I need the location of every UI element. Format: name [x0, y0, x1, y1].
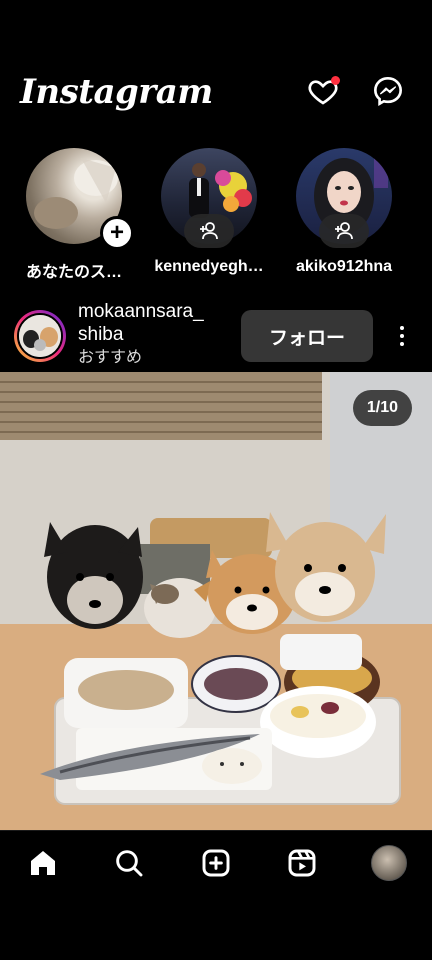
follow-user-icon[interactable]: [319, 214, 369, 248]
post-photo[interactable]: 1/10: [0, 372, 432, 830]
messenger-icon[interactable]: [371, 74, 405, 108]
photo-counter: 1/10: [352, 390, 412, 426]
instagram-logo[interactable]: Instagram: [20, 72, 213, 112]
stories-tray: + あなたのス… kennedyegh… akiko912hna: [0, 146, 432, 296]
heart-icon[interactable]: [306, 74, 340, 108]
follow-user-icon[interactable]: [184, 214, 234, 248]
post-username-block[interactable]: mokaannsara_ shiba おすすめ: [78, 300, 228, 369]
post-username[interactable]: mokaannsara_ shiba: [78, 300, 228, 346]
search-icon[interactable]: [111, 845, 147, 881]
more-options-icon[interactable]: [392, 320, 412, 352]
story-akiko912hna[interactable]: akiko912hna: [280, 146, 408, 276]
story-label: akiko912hna: [295, 258, 393, 275]
follow-button[interactable]: フォロー: [241, 310, 373, 362]
suggested-label: おすすめ: [78, 349, 143, 366]
notification-dot: [331, 76, 340, 85]
post-avatar[interactable]: [14, 310, 66, 362]
post-header: mokaannsara_ shiba おすすめ フォロー: [0, 298, 432, 370]
story-kennedyegh[interactable]: kennedyegh…: [145, 146, 273, 276]
top-bar: Instagram: [0, 62, 432, 122]
create-icon[interactable]: [198, 845, 234, 881]
add-story-icon[interactable]: +: [100, 216, 134, 250]
story-own[interactable]: + あなたのス…: [10, 146, 138, 282]
bottom-navigation: [0, 830, 432, 896]
post-avatar-image: [17, 313, 63, 359]
profile-avatar[interactable]: [371, 845, 407, 881]
story-label: kennedyegh…: [154, 258, 264, 275]
home-icon[interactable]: [25, 845, 61, 881]
reels-icon[interactable]: [284, 845, 320, 881]
story-label: あなたのス…: [25, 264, 122, 281]
